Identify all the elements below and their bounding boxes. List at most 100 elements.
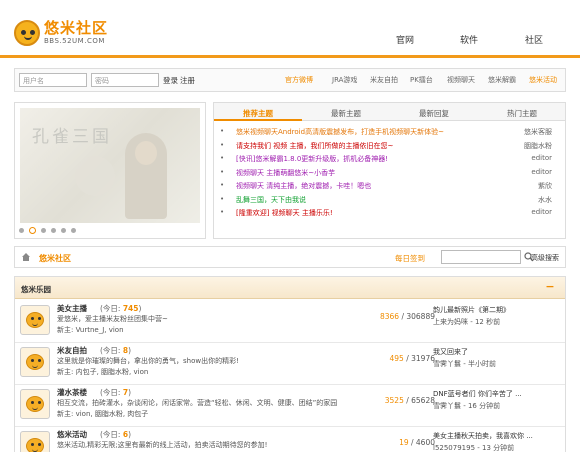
bullet-icon: • [220, 167, 225, 176]
forum-today: (今日: 8) [100, 346, 131, 355]
forum-today: (今日: 6) [100, 430, 131, 439]
advanced-search-link[interactable]: 高级搜索 [531, 253, 559, 263]
forum-today: (今日: 7) [100, 388, 131, 397]
slider-dot-active[interactable] [29, 227, 36, 234]
bullet-icon: • [220, 154, 225, 162]
topic-title[interactable]: 视频聊天 清纯主播，绝对震撼，卡哇！嗯也 [236, 181, 371, 191]
quick-link-selfie[interactable]: 米友自拍 [370, 75, 398, 85]
slider-dot[interactable] [41, 228, 46, 233]
bullet-icon: • [220, 194, 225, 203]
forum-row: 米友自拍 (今日: 8) 这里就是你璀璨的舞台，拿出你的勇气，show出你的精彩! 新… [15, 342, 565, 385]
topic-author[interactable]: 紫欣 [538, 181, 552, 191]
topic-title[interactable]: [快讯]悠米解霸1.8.0更新升级版，抓机必备神器! [236, 154, 388, 164]
site-bar: 悠米社区 每日签到 高级搜索 [14, 246, 566, 268]
quick-link-video[interactable]: 视频聊天 [447, 75, 475, 85]
topic-title[interactable]: 请支持我们 视频 主播，我们所做的主播依旧在您~ [236, 141, 393, 151]
slide-image[interactable]: 孔雀三国 [20, 108, 200, 223]
forum-stats: 495 / 31976 [389, 354, 435, 363]
forum-description: 悠米活动,精彩无限;这里有最新的线上活动，拍卖活动期待您的参加! [57, 441, 268, 449]
forum-name[interactable]: 悠米活动 [57, 429, 87, 440]
forum-icon[interactable] [20, 389, 50, 419]
topic-title[interactable]: 悠米视频聊天Android高清版震撼发布，打造手机视频聊天新体验~ [236, 127, 444, 137]
quick-link-jra[interactable]: JRA游戏 [332, 75, 357, 85]
forum-moderators: 新主: Vurtne_J, vion [57, 326, 124, 334]
login-bar: 用户名 密码 登录 注册 官方微博 JRA游戏 米友自拍 PK擂台 视频聊天 悠… [14, 68, 566, 92]
topic-title[interactable]: 视频聊天 主播萌翻悠米~小香芋 [236, 168, 335, 178]
bullet-icon: • [220, 127, 225, 135]
tab-hot[interactable]: 热门主题 [478, 108, 566, 119]
forum-description: 爱悠米，爱主播米友粉丝团集中营~ [57, 315, 168, 323]
forum-name[interactable]: 米友自拍 [57, 345, 87, 356]
last-post-title[interactable]: 美女主播秋天拍卖，我喜欢你 ... [433, 431, 533, 441]
forum-stats: 19 / 4600 [399, 438, 435, 447]
topic-title[interactable]: 乱舞三国，天下由我说 [236, 195, 306, 205]
forum-description: 相互交流，拍砖灌水，杂谈闲论，闲话家常。营造“轻松、休闲、文明、健康、团结”的家… [57, 399, 338, 407]
forum-name[interactable]: 美女主播 [57, 303, 87, 314]
slide-figure [125, 133, 167, 219]
collapse-icon[interactable]: − [543, 280, 557, 294]
topic-author[interactable]: 悠米客服 [524, 127, 552, 137]
forum-icon[interactable] [20, 431, 50, 452]
forum-today: (今日: 745) [100, 304, 142, 313]
tab-latest-reply[interactable]: 最新回复 [390, 108, 478, 119]
last-post-title[interactable]: 我又回来了 [433, 347, 468, 357]
last-post-meta: 上来为妈咪 - 12 秒前 [433, 318, 501, 326]
forum-moderators: 新主: 内包子, 胭脂水粉, vion [57, 368, 149, 376]
slide-calligraphy: 孔雀三国 [32, 127, 112, 147]
slider-dot[interactable] [19, 228, 24, 233]
password-input[interactable]: 密码 [91, 73, 159, 87]
register-link[interactable]: 注册 [180, 75, 195, 86]
nav-software[interactable]: 软件 [460, 33, 478, 46]
forum-section-title: 悠米乐园 [21, 285, 51, 294]
forum-name[interactable]: 灌水茶楼 [57, 387, 87, 398]
slider-dot[interactable] [61, 228, 66, 233]
tab-recommended[interactable]: 推荐主题 [214, 108, 302, 119]
nav-official[interactable]: 官网 [396, 33, 414, 46]
search-input[interactable] [441, 250, 521, 264]
forum-section-header: 悠米乐园 − [15, 277, 565, 299]
forum-row: 美女主播 (今日: 745) 爱悠米，爱主播米友粉丝团集中营~ 新主: Vurtne_… [15, 300, 565, 343]
bullet-icon: • [220, 140, 225, 149]
slider-dot[interactable] [51, 228, 56, 233]
login-button[interactable]: 登录 [163, 75, 178, 86]
brand-name[interactable]: 悠米社区 [44, 17, 108, 38]
forum-icon[interactable] [20, 305, 50, 335]
forum-moderators: 新主: vion, 胭脂水粉, 肉包子 [57, 410, 149, 418]
nav-community[interactable]: 社区 [525, 33, 543, 46]
topic-author[interactable]: editor [531, 154, 552, 162]
last-post-meta: 雪霁丫鬟 - 16 分钟前 [433, 402, 501, 410]
topic-author[interactable]: 胭脂水粉 [524, 141, 552, 151]
topic-author[interactable]: editor [531, 208, 552, 216]
topic-author[interactable]: 水水 [538, 195, 552, 205]
topics-panel: 推荐主题 最新主题 最新回复 热门主题 • 悠米视频聊天Android高清版震撼发… [213, 102, 566, 239]
last-post-title[interactable]: DNF蓝号者们 你们辛苦了 ... [433, 389, 522, 399]
quick-link-weibo[interactable]: 官方微博 [285, 75, 313, 85]
forum-stats: 8366 / 306889 [379, 312, 435, 321]
last-post-title[interactable]: 韵儿最新照片《第二期》 [433, 305, 510, 315]
bullet-icon: • [220, 208, 225, 216]
breadcrumb[interactable]: 悠米社区 [39, 253, 71, 264]
forum-stats: 3525 / 65628 [384, 396, 435, 405]
top-header: 悠米社区 BBS.52UM.COM 官网 软件 社区 [0, 0, 580, 58]
quick-link-jieba[interactable]: 悠米解霸 [488, 75, 516, 85]
forum-description: 这里就是你璀璨的舞台，拿出你的勇气，show出你的精彩! [57, 357, 239, 365]
quick-link-pk[interactable]: PK擂台 [410, 75, 433, 85]
logo-icon[interactable] [14, 20, 40, 46]
slider-dot[interactable] [71, 228, 76, 233]
forum-section: 悠米乐园 − 美女主播 (今日: 745) 爱悠米，爱主播米友粉丝团集中营~ 新主: … [14, 276, 566, 452]
home-icon[interactable] [21, 252, 31, 262]
daily-sign-link[interactable]: 每日签到 [395, 253, 425, 264]
forum-row: 悠米活动 (今日: 6) 悠米活动,精彩无限;这里有最新的线上活动，拍卖活动期待您的… [15, 426, 565, 452]
topic-author[interactable]: editor [531, 168, 552, 176]
last-post-meta: l525079195 - 13 分钟前 [433, 444, 515, 452]
quick-link-events[interactable]: 悠米活动 [529, 75, 557, 85]
topics-tabs: 推荐主题 最新主题 最新回复 热门主题 [214, 103, 565, 121]
forum-icon[interactable] [20, 347, 50, 377]
topic-title[interactable]: [隆重欢迎] 视频聊天 主播乐乐! [236, 208, 333, 218]
last-post-meta: 雪霁丫鬟 - 半小时前 [433, 360, 496, 368]
bullet-icon: • [220, 181, 225, 189]
username-input[interactable]: 用户名 [19, 73, 87, 87]
forum-row: 灌水茶楼 (今日: 7) 相互交流，拍砖灌水，杂谈闲论，闲话家常。营造“轻松、休闲、… [15, 384, 565, 427]
tab-newest[interactable]: 最新主题 [302, 108, 390, 119]
image-slider[interactable]: 孔雀三国 [14, 102, 206, 239]
